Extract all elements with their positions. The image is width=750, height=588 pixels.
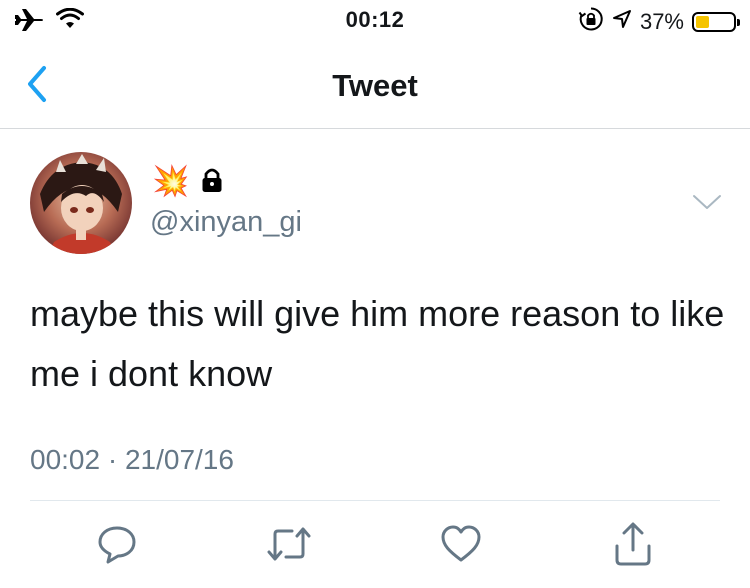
battery-level — [696, 15, 709, 28]
orientation-lock-icon — [578, 6, 604, 37]
status-right: 37% — [578, 6, 740, 37]
retweet-icon[interactable] — [265, 520, 313, 568]
tweet-text: maybe this will give him more reason to … — [30, 293, 725, 394]
reply-icon[interactable] — [93, 520, 141, 568]
battery-icon — [692, 11, 740, 32]
status-bar: 00:12 37% — [0, 0, 750, 40]
tweet-timestamp: 00:02 · 21/07/16 — [30, 444, 234, 475]
divider — [30, 500, 720, 501]
avatar[interactable] — [30, 152, 132, 254]
tweet-author-name: 💥 — [152, 164, 223, 200]
share-icon[interactable] — [609, 520, 657, 568]
battery-tip — [737, 18, 740, 26]
location-icon — [612, 9, 632, 34]
tweet-actions — [0, 520, 750, 570]
page-title: Tweet — [332, 68, 418, 103]
user-handle[interactable]: @xinyan_gi — [150, 206, 302, 239]
battery-percent: 37% — [639, 8, 684, 34]
like-icon[interactable] — [437, 520, 485, 568]
nav-bar: Tweet — [0, 40, 750, 129]
display-name: 💥 — [152, 165, 190, 198]
chevron-down-icon[interactable] — [690, 190, 724, 214]
lock-icon — [201, 167, 223, 198]
